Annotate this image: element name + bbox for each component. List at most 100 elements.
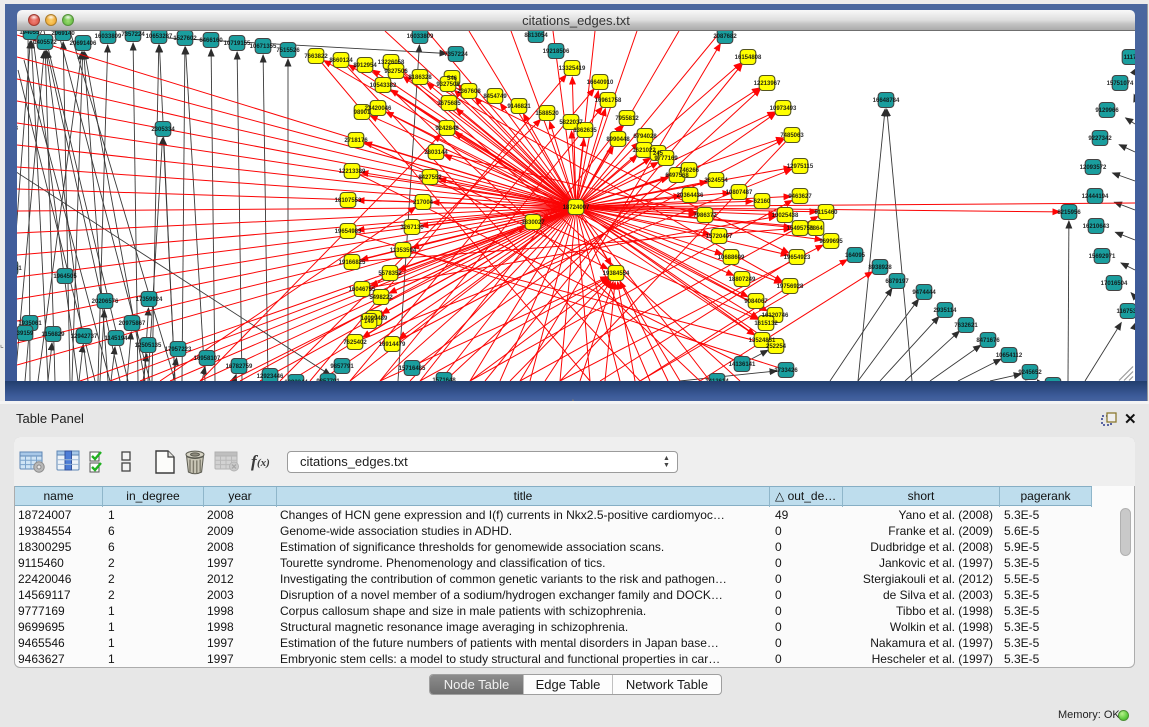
svg-text:16210643: 16210643 <box>1083 224 1110 230</box>
svg-text:8427552: 8427552 <box>418 175 442 181</box>
svg-text:13226058: 13226058 <box>378 60 405 66</box>
svg-text:17957223: 17957223 <box>165 347 192 353</box>
svg-text:20206576: 20206576 <box>92 299 119 305</box>
svg-text:2718176: 2718176 <box>344 138 368 144</box>
svg-text:9857791: 9857791 <box>330 364 354 370</box>
svg-text:7485063: 7485063 <box>780 133 804 139</box>
svg-text:3267130: 3267130 <box>400 225 424 231</box>
svg-text:1405572: 1405572 <box>33 40 57 46</box>
svg-text:205133: 205133 <box>17 126 19 132</box>
svg-text:20691406: 20691406 <box>70 41 97 47</box>
svg-text:2526051: 2526051 <box>17 266 22 272</box>
svg-text:12505135: 12505135 <box>135 343 162 349</box>
svg-text:9327506: 9327506 <box>384 69 408 75</box>
svg-text:8912954: 8912954 <box>353 63 377 69</box>
svg-text:20364436: 20364436 <box>677 193 704 199</box>
svg-text:12093572: 12093572 <box>1080 165 1107 171</box>
svg-text:19756928: 19756928 <box>777 284 804 290</box>
svg-text:1156829: 1156829 <box>41 332 65 338</box>
svg-text:10973493: 10973493 <box>770 106 797 112</box>
svg-text:1615132: 1615132 <box>754 321 778 327</box>
svg-text:12213967: 12213967 <box>754 81 781 87</box>
svg-text:10688609: 10688609 <box>718 255 745 261</box>
svg-text:17359924: 17359924 <box>136 297 163 303</box>
svg-text:6794028: 6794028 <box>633 134 657 140</box>
svg-text:10807487: 10807487 <box>726 190 753 196</box>
svg-text:9227342: 9227342 <box>1088 136 1112 142</box>
svg-text:1830027: 1830027 <box>521 220 545 226</box>
svg-text:8813054: 8813054 <box>524 33 548 39</box>
svg-text:17016504: 17016504 <box>1101 281 1128 287</box>
svg-text:8454749: 8454749 <box>483 94 507 100</box>
svg-text:8990448: 8990448 <box>606 137 630 143</box>
svg-text:15716485: 15716485 <box>399 366 426 372</box>
svg-text:10654112: 10654112 <box>996 353 1023 359</box>
svg-text:10025438: 10025438 <box>772 213 799 219</box>
svg-text:11353594: 11353594 <box>390 248 417 254</box>
svg-text:16120746: 16120746 <box>762 313 789 319</box>
svg-text:16648784: 16648784 <box>873 98 900 104</box>
svg-text:8471676: 8471676 <box>976 338 1000 344</box>
svg-text:1292344: 1292344 <box>284 380 308 381</box>
svg-text:7663822: 7663822 <box>304 54 328 60</box>
svg-text:12942737: 12942737 <box>71 334 98 340</box>
svg-text:5822037: 5822037 <box>559 120 583 126</box>
svg-text:14136141: 14136141 <box>729 362 756 368</box>
svg-text:10719155: 10719155 <box>224 41 251 47</box>
svg-text:7986372: 7986372 <box>693 213 717 219</box>
svg-text:7632621: 7632621 <box>954 323 978 329</box>
svg-text:9129966: 9129966 <box>1095 108 1119 114</box>
svg-text:3675685: 3675685 <box>437 101 461 107</box>
svg-text:1940557: 1940557 <box>19 31 43 36</box>
svg-text:12923446: 12923446 <box>257 374 284 380</box>
svg-text:149: 149 <box>364 319 375 325</box>
svg-text:1588520: 1588520 <box>535 111 559 117</box>
svg-text:3624554: 3624554 <box>704 178 728 184</box>
svg-text:1145194: 1145194 <box>104 336 128 342</box>
svg-text:98901: 98901 <box>354 110 371 116</box>
svg-text:746266: 746266 <box>679 168 700 174</box>
svg-text:20975867: 20975867 <box>119 321 146 327</box>
svg-text:1167533: 1167533 <box>1116 309 1135 315</box>
svg-text:10653287: 10653287 <box>146 34 173 40</box>
svg-text:10671355: 10671355 <box>250 44 277 50</box>
svg-text:9115460: 9115460 <box>814 210 838 216</box>
svg-text:2367608: 2367608 <box>457 89 481 95</box>
svg-text:9146821: 9146821 <box>507 104 531 110</box>
svg-text:16033809: 16033809 <box>95 34 122 40</box>
svg-text:6879197: 6879197 <box>885 279 909 285</box>
svg-text:9777169: 9777169 <box>654 156 678 162</box>
svg-text:8215956: 8215956 <box>1057 210 1081 216</box>
svg-text:18724007: 18724007 <box>563 205 590 211</box>
svg-text:5498222: 5498222 <box>369 295 393 301</box>
svg-text:18107553: 18107553 <box>335 198 362 204</box>
svg-text:(x): (x) <box>257 457 270 469</box>
svg-text:2069140: 2069140 <box>51 31 75 37</box>
svg-text:9084067: 9084067 <box>744 299 768 305</box>
svg-text:8660124: 8660124 <box>329 58 353 64</box>
svg-text:12975115: 12975115 <box>787 164 814 170</box>
svg-text:19218506: 19218506 <box>543 49 570 55</box>
svg-text:19654983: 19654983 <box>335 229 362 235</box>
svg-text:19654923: 19654923 <box>784 255 811 261</box>
svg-text:8186328: 8186328 <box>408 75 432 81</box>
svg-text:1117: 1117 <box>1124 55 1135 61</box>
svg-text:2087682: 2087682 <box>713 34 737 40</box>
svg-text:9857791: 9857791 <box>316 379 340 381</box>
svg-text:16782759: 16782759 <box>226 364 253 370</box>
svg-text:7515526: 7515526 <box>276 48 300 54</box>
svg-text:16033809: 16033809 <box>407 34 434 40</box>
svg-text:7357224: 7357224 <box>444 52 468 58</box>
svg-text:7864: 7864 <box>809 226 823 232</box>
svg-text:9699695: 9699695 <box>819 239 843 245</box>
svg-text:16046755: 16046755 <box>349 287 376 293</box>
svg-text:9327508: 9327508 <box>436 82 460 88</box>
svg-text:19384554: 19384554 <box>603 271 630 277</box>
svg-text:1362635: 1362635 <box>573 128 597 134</box>
svg-text:15751074: 15751074 <box>1107 81 1134 87</box>
svg-text:9474444: 9474444 <box>912 290 936 296</box>
svg-text:1527602: 1527602 <box>173 36 197 42</box>
svg-text:62160: 62160 <box>754 199 771 205</box>
svg-text:18807249: 18807249 <box>729 277 756 283</box>
svg-text:2935114: 2935114 <box>933 308 957 314</box>
